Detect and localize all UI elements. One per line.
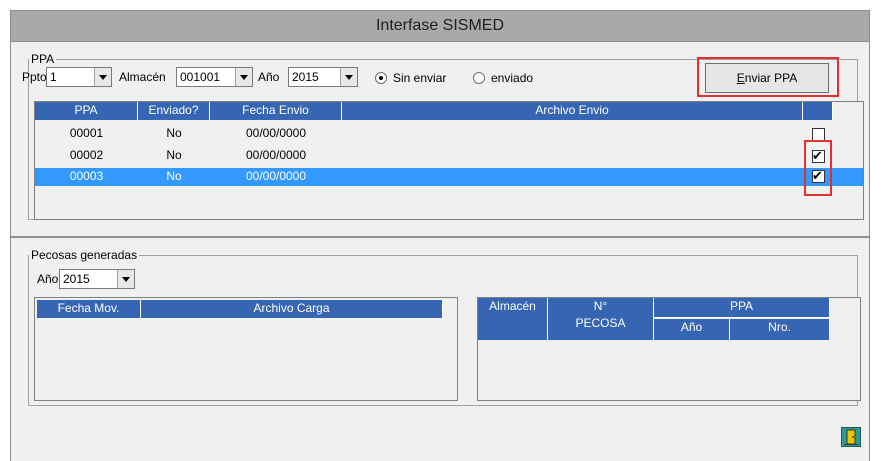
radio-enviado[interactable] bbox=[473, 72, 485, 84]
almacen-label: Almacén bbox=[119, 70, 166, 84]
chevron-down-icon[interactable] bbox=[94, 68, 111, 86]
archivo-carga-grid[interactable]: Fecha Mov. Archivo Carga bbox=[34, 297, 458, 401]
ppto-value: 1 bbox=[50, 70, 57, 84]
ppa-grid[interactable]: PPA Enviado? Fecha Envio Archivo Envio 0… bbox=[34, 101, 864, 220]
pecosa-grid[interactable]: Almacén N° PECOSA PPA Año Nro. bbox=[477, 297, 861, 401]
cell-fecha: 00/00/0000 bbox=[245, 169, 307, 183]
col-header-check[interactable] bbox=[803, 102, 833, 120]
col-header-archivo-envio[interactable]: Archivo Envio bbox=[342, 102, 803, 120]
cell-enviado: No bbox=[166, 148, 182, 162]
ppto-combo[interactable]: 1 bbox=[46, 67, 112, 87]
almacen-combo[interactable]: 001001 bbox=[176, 67, 253, 87]
cell-enviado: No bbox=[166, 169, 182, 183]
anio-value: 2015 bbox=[292, 70, 319, 84]
radio-enviado-label[interactable]: enviado bbox=[491, 71, 533, 85]
col-header-ppa-group[interactable]: PPA bbox=[654, 298, 830, 318]
highlight-enviar-button bbox=[697, 57, 839, 97]
col-header-pecosa[interactable]: N° PECOSA bbox=[548, 298, 654, 340]
pecosas-group-legend: Pecosas generadas bbox=[31, 248, 138, 262]
cell-ppa: 00003 bbox=[69, 169, 104, 183]
col-header-archivo-carga[interactable]: Archivo Carga bbox=[141, 300, 443, 318]
exit-button[interactable] bbox=[841, 427, 861, 447]
table-row[interactable]: 00002 No 00/00/0000 ✔ bbox=[35, 147, 833, 164]
col-header-ppa-anio[interactable]: Año bbox=[654, 319, 730, 340]
col-header-ppa[interactable]: PPA bbox=[35, 102, 138, 120]
col-header-ppa-nro[interactable]: Nro. bbox=[730, 319, 830, 340]
col-header-pecosa-n: N° bbox=[593, 299, 608, 313]
col-header-almacen[interactable]: Almacén bbox=[478, 298, 548, 340]
chevron-down-icon[interactable] bbox=[235, 68, 252, 86]
cell-ppa: 00001 bbox=[69, 126, 104, 140]
radio-sin-enviar-label[interactable]: Sin enviar bbox=[393, 71, 446, 85]
cell-fecha: 00/00/0000 bbox=[245, 126, 307, 140]
radio-sin-enviar[interactable] bbox=[375, 72, 387, 84]
cell-fecha: 00/00/0000 bbox=[245, 148, 307, 162]
window-title: Interfase SISMED bbox=[375, 17, 505, 34]
highlight-checkboxes bbox=[804, 140, 832, 196]
col-header-fecha-mov[interactable]: Fecha Mov. bbox=[37, 300, 141, 318]
window-titlebar: Interfase SISMED bbox=[10, 10, 870, 42]
pecosas-anio-value: 2015 bbox=[63, 272, 90, 286]
chevron-down-icon[interactable] bbox=[340, 68, 357, 86]
cell-ppa: 00002 bbox=[69, 148, 104, 162]
pecosas-anio-combo[interactable]: 2015 bbox=[59, 269, 135, 289]
col-header-pecosa-label: PECOSA bbox=[575, 316, 626, 330]
anio-combo[interactable]: 2015 bbox=[288, 67, 358, 87]
table-row-selected[interactable]: 00003 No 00/00/0000 ✔ bbox=[35, 168, 863, 186]
ppto-label: Ppto bbox=[22, 70, 47, 84]
pecosas-anio-label: Año bbox=[37, 272, 59, 286]
col-header-enviado[interactable]: Enviado? bbox=[138, 102, 210, 120]
almacen-value: 001001 bbox=[180, 70, 221, 84]
anio-label: Año bbox=[258, 70, 280, 84]
table-row[interactable]: 00001 No 00/00/0000 bbox=[35, 125, 833, 142]
section-separator bbox=[10, 236, 870, 238]
ppa-group-legend: PPA bbox=[31, 52, 55, 66]
col-header-fecha-envio[interactable]: Fecha Envio bbox=[210, 102, 342, 120]
cell-enviado: No bbox=[166, 126, 182, 140]
exit-door-icon bbox=[844, 429, 858, 445]
chevron-down-icon[interactable] bbox=[117, 270, 134, 288]
